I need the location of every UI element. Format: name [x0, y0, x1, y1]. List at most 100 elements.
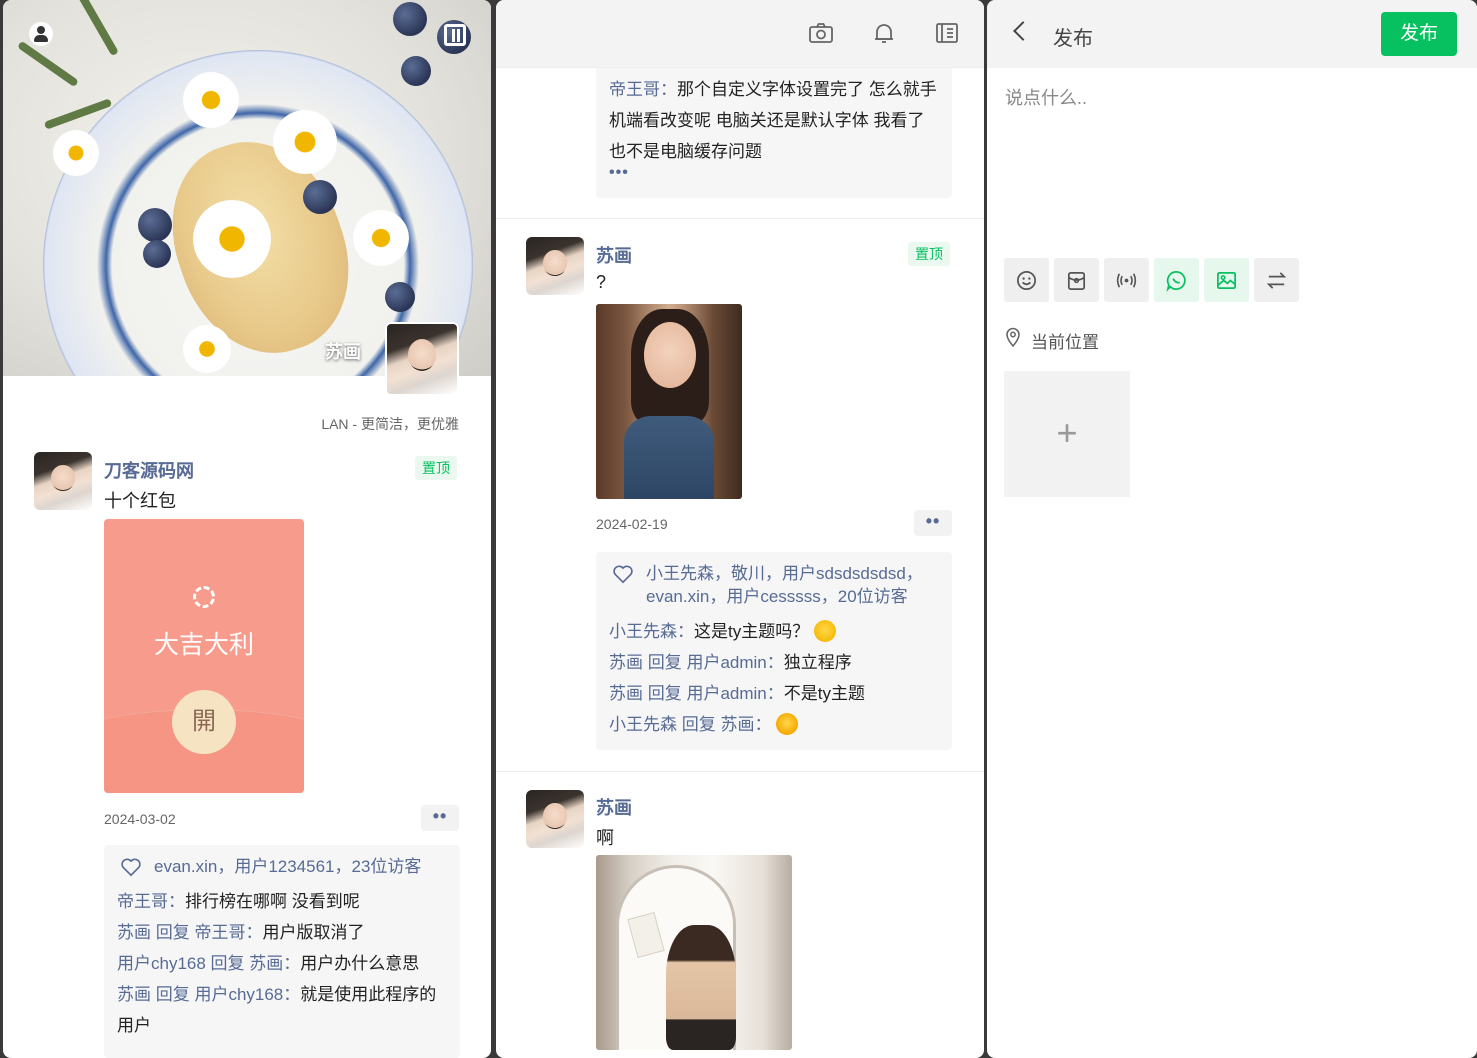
- post-more-button[interactable]: ••: [914, 510, 952, 536]
- red-packet-open-button[interactable]: 開: [172, 690, 236, 754]
- comment-item[interactable]: 帝王哥：那个自定义字体设置完了 怎么就手机端看改变呢 电脑关还是默认字体 我看了…: [609, 74, 939, 167]
- flower-decoration: [273, 110, 337, 174]
- feed-panel: 帝王哥：那个自定义字体设置完了 怎么就手机端看改变呢 电脑关还是默认字体 我看了…: [496, 0, 984, 1058]
- post-content-input[interactable]: [1005, 84, 1455, 234]
- pinned-badge: 置顶: [415, 456, 457, 480]
- heart-icon[interactable]: [120, 857, 142, 877]
- comment-author[interactable]: 用户chy168 回复 苏画：: [117, 954, 300, 973]
- post-date: 2024-03-02: [104, 811, 176, 827]
- comment-author[interactable]: 苏画 回复 用户admin：: [609, 684, 784, 703]
- likes-row: 小王先森，敬川，用户sdsdsdsdsd，evan.xin，用户cesssss，…: [609, 562, 939, 608]
- red-packet-card[interactable]: 大吉大利 開: [104, 519, 304, 793]
- image-tool-button[interactable]: [1204, 258, 1249, 302]
- add-image-button[interactable]: +: [1004, 371, 1130, 497]
- post-author[interactable]: 苏画: [596, 242, 632, 268]
- message-list-icon[interactable]: [444, 24, 466, 46]
- emoji-button[interactable]: [1004, 258, 1049, 302]
- photo-subject: [666, 925, 736, 1050]
- composer-title: 发布: [1053, 28, 1093, 50]
- berry-decoration: [143, 240, 171, 268]
- comment-author[interactable]: 小王先森：: [609, 622, 694, 641]
- cover-username: 苏画: [325, 342, 361, 362]
- post-photo[interactable]: [596, 855, 792, 1050]
- broadcast-tool-button[interactable]: [1104, 258, 1149, 302]
- comment-author[interactable]: 帝王哥：: [117, 892, 185, 911]
- camera-icon[interactable]: [808, 21, 834, 45]
- post-author[interactable]: 苏画: [596, 794, 632, 820]
- comments-box: evan.xin，用户1234561，23位访客 帝王哥：排行榜在哪啊 没看到呢…: [104, 845, 460, 1058]
- leaf-decoration: [17, 40, 79, 88]
- cover-image[interactable]: 苏画: [3, 0, 491, 376]
- emoji-icon: [813, 620, 836, 642]
- post-avatar[interactable]: [526, 237, 584, 295]
- flower-decoration: [193, 200, 271, 278]
- post-divider: [496, 218, 984, 219]
- flower-decoration: [183, 72, 239, 128]
- back-icon[interactable]: [1013, 21, 1033, 41]
- post-avatar[interactable]: [526, 790, 584, 848]
- leaf-decoration: [77, 0, 119, 57]
- comment-text: 不是ty主题: [783, 684, 865, 703]
- publish-button[interactable]: 发布: [1381, 12, 1457, 56]
- composer-panel: 发布 发布 当前位置 +: [987, 0, 1477, 1058]
- broadcast-icon: [1116, 273, 1137, 288]
- comment-item[interactable]: 苏画 回复 帝王哥：用户版取消了: [117, 917, 447, 948]
- comment-item[interactable]: 用户chy168 回复 苏画：用户办什么意思: [117, 948, 447, 979]
- location-selector[interactable]: 当前位置: [1031, 328, 1099, 353]
- berry-decoration: [138, 208, 172, 242]
- feed-header: [496, 0, 984, 68]
- comment-item[interactable]: 苏画 回复 用户admin：不是ty主题: [609, 678, 939, 709]
- berry-decoration: [303, 180, 337, 214]
- post-text: 十个红包: [104, 491, 176, 511]
- comment-item[interactable]: 苏画 回复 用户chy168：就是使用此程序的用户: [117, 979, 447, 1041]
- likes-text: 小王先森，敬川，用户sdsdsdsdsd，evan.xin，用户cesssss，…: [646, 564, 923, 606]
- berry-decoration: [393, 2, 427, 36]
- comment-author[interactable]: 帝王哥：: [609, 80, 677, 99]
- comment-item[interactable]: 帝王哥：排行榜在哪啊 没看到呢: [117, 886, 447, 917]
- comment-author[interactable]: 苏画 回复 用户admin：: [609, 653, 784, 672]
- comments-box: 小王先森，敬川，用户sdsdsdsdsd，evan.xin，用户cesssss，…: [596, 552, 952, 750]
- red-packet-title: 大吉大利: [153, 631, 254, 659]
- image-icon: [1217, 271, 1236, 290]
- chat-icon: [1166, 271, 1186, 292]
- comment-text: 用户版取消了: [262, 923, 365, 942]
- post-avatar[interactable]: [34, 452, 92, 510]
- switch-tool-button[interactable]: [1254, 258, 1299, 302]
- post-photo[interactable]: [596, 304, 742, 499]
- comment-item[interactable]: 苏画 回复 用户admin：独立程序: [609, 647, 939, 678]
- pinned-badge: 置顶: [908, 242, 950, 266]
- heart-icon[interactable]: [612, 564, 634, 584]
- comment-author[interactable]: 苏画 回复 用户chy168：: [117, 985, 300, 1004]
- profile-feed-panel: 苏画 LAN - 更简洁，更优雅 刀客源码网 置顶 十个红包 大吉大利 開 20…: [3, 0, 491, 1058]
- post-author[interactable]: 刀客源码网: [104, 457, 194, 483]
- photo-subject: [624, 416, 714, 499]
- expand-comments-button[interactable]: •••: [609, 165, 939, 181]
- comment-text: 这是ty主题吗？: [694, 622, 810, 641]
- comment-text: 排行榜在哪啊 没看到呢: [185, 892, 360, 911]
- flower-decoration: [183, 325, 231, 373]
- comment-text: 用户办什么意思: [300, 954, 420, 973]
- composer-header: 发布 发布: [987, 0, 1477, 68]
- bag-icon: [1067, 271, 1086, 290]
- comment-author[interactable]: 苏画 回复 帝王哥：: [117, 923, 262, 942]
- location-icon: [1006, 327, 1020, 347]
- bell-icon[interactable]: [871, 21, 897, 45]
- flower-decoration: [53, 130, 99, 176]
- post-text: 啊: [596, 828, 614, 848]
- likes-text: evan.xin，用户1234561，23位访客: [154, 857, 422, 876]
- comment-item[interactable]: 小王先森：这是ty主题吗？: [609, 616, 939, 647]
- red-packet-tool-button[interactable]: [1054, 258, 1099, 302]
- profile-avatar[interactable]: [385, 322, 459, 396]
- emoji-icon: [776, 713, 799, 735]
- photo-subject: [644, 322, 696, 388]
- berry-decoration: [385, 282, 415, 312]
- smile-icon: [1017, 271, 1036, 290]
- chat-tool-button[interactable]: [1154, 258, 1199, 302]
- comment-author[interactable]: 小王先森 回复 苏画：: [609, 715, 771, 734]
- message-list-icon[interactable]: [934, 21, 960, 45]
- user-icon[interactable]: [29, 22, 53, 46]
- comment-item[interactable]: 小王先森 回复 苏画：: [609, 709, 939, 740]
- post-text: ?: [596, 272, 607, 292]
- comments-box: 帝王哥：那个自定义字体设置完了 怎么就手机端看改变呢 电脑关还是默认字体 我看了…: [596, 68, 952, 198]
- post-more-button[interactable]: ••: [421, 805, 459, 831]
